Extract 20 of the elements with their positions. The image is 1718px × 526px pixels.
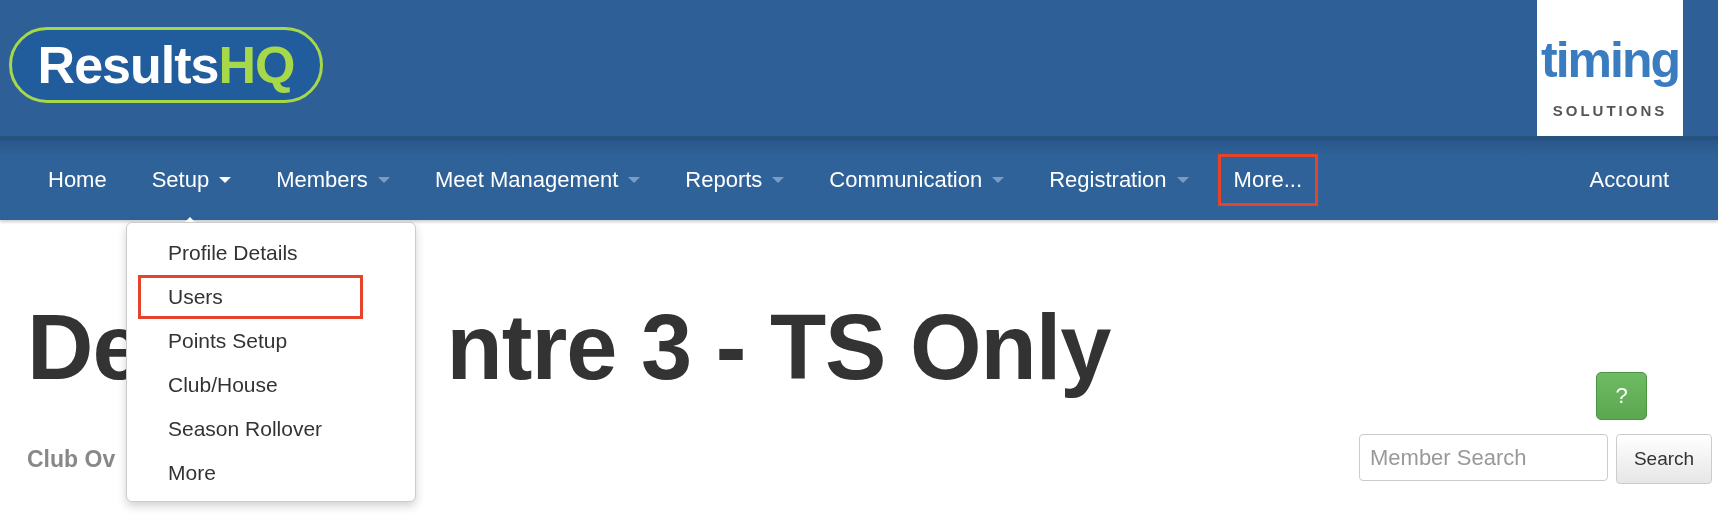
- partner-logo: timing SOLUTIONS: [1537, 0, 1683, 136]
- nav-menu-item[interactable]: More...: [1217, 154, 1319, 206]
- nav-menu-item[interactable]: Meet Management: [418, 154, 657, 206]
- menu-item[interactable]: Users: [138, 275, 363, 319]
- menu-item[interactable]: Season Rollover: [138, 407, 363, 451]
- search-field[interactable]: Member Search: [1359, 434, 1608, 481]
- search-button[interactable]: Search: [1616, 434, 1712, 484]
- menu-item[interactable]: Club/House: [138, 363, 363, 407]
- page-title: ntre 3 - TS Only: [446, 295, 1111, 400]
- nav-menu-item[interactable]: Home: [32, 154, 123, 206]
- logo[interactable]: ResultsHQ: [9, 27, 323, 103]
- nav-menu-item[interactable]: Members: [260, 154, 406, 206]
- nav-menu-item[interactable]: Registration: [1033, 154, 1205, 206]
- account-link[interactable]: Account: [1573, 154, 1685, 206]
- section-heading: Club Ov: [27, 446, 116, 473]
- menu-item[interactable]: Profile Details: [138, 231, 363, 275]
- menu-item[interactable]: Points Setup: [138, 319, 363, 363]
- nav-menu-item[interactable]: Reports: [669, 154, 801, 206]
- menu-item[interactable]: More: [138, 451, 363, 495]
- nav-menu-item[interactable]: Communication: [813, 154, 1021, 206]
